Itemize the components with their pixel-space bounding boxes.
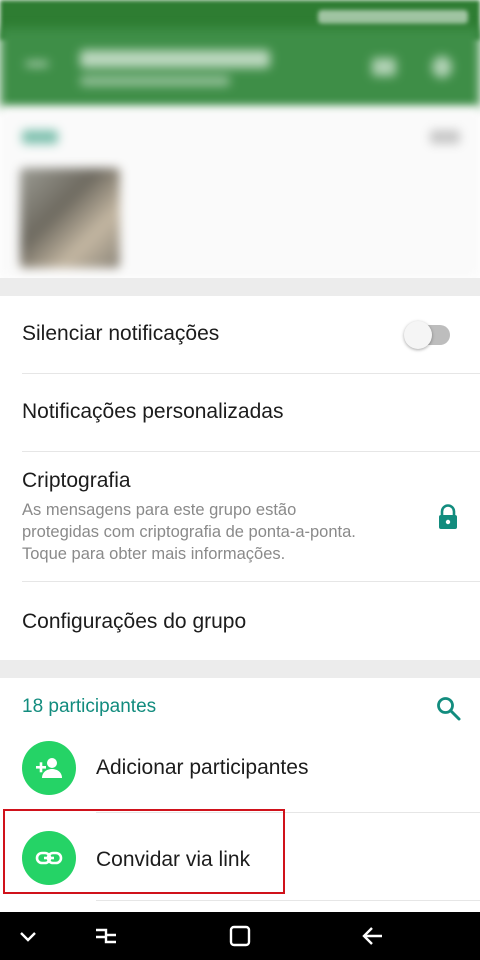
group-settings-label: Configurações do grupo xyxy=(22,610,247,633)
section-gap xyxy=(0,660,480,678)
lock-icon xyxy=(439,504,457,529)
encryption-description: As mensagens para este grupo estão prote… xyxy=(22,499,422,565)
encryption-description-line: Toque para obter mais informações. xyxy=(22,545,286,563)
encryption-title: Criptografia xyxy=(22,469,131,492)
home-icon[interactable] xyxy=(226,924,254,948)
group-subtitle xyxy=(80,76,230,86)
group-settings-row[interactable]: Configurações do grupo xyxy=(0,582,480,660)
edit-pencil-icon[interactable] xyxy=(372,58,396,76)
nav-hide-icon[interactable] xyxy=(14,924,42,948)
back-icon[interactable] xyxy=(358,924,386,948)
status-icons xyxy=(318,10,468,24)
search-icon[interactable] xyxy=(434,694,462,722)
participants-count-title: 18 participantes xyxy=(22,696,157,717)
media-label xyxy=(22,130,58,144)
encryption-description-line: protegidas com criptografia de ponta-a-p… xyxy=(22,523,356,541)
navigation-bar xyxy=(0,912,480,960)
group-name[interactable] xyxy=(80,50,270,68)
mute-notifications-label: Silenciar notificações xyxy=(22,322,220,345)
mute-toggle-knob[interactable] xyxy=(404,321,432,349)
recents-icon[interactable] xyxy=(92,924,120,948)
add-person-icon xyxy=(22,741,76,795)
media-count xyxy=(430,130,460,144)
media-thumbnail[interactable] xyxy=(20,168,120,268)
highlight-annotation xyxy=(3,809,285,894)
divider xyxy=(96,900,480,901)
custom-notifications-row[interactable]: Notificações personalizadas xyxy=(0,374,480,452)
section-gap xyxy=(0,278,480,296)
app-bar xyxy=(0,28,480,108)
custom-notifications-label: Notificações personalizadas xyxy=(22,400,284,423)
media-section xyxy=(0,108,480,278)
add-participants-row[interactable]: Adicionar participantes xyxy=(0,738,480,812)
add-participants-label: Adicionar participantes xyxy=(96,756,309,779)
encryption-description-line: As mensagens para este grupo estão xyxy=(22,501,297,519)
back-arrow-icon[interactable] xyxy=(26,62,48,66)
more-vert-icon[interactable] xyxy=(432,56,452,78)
